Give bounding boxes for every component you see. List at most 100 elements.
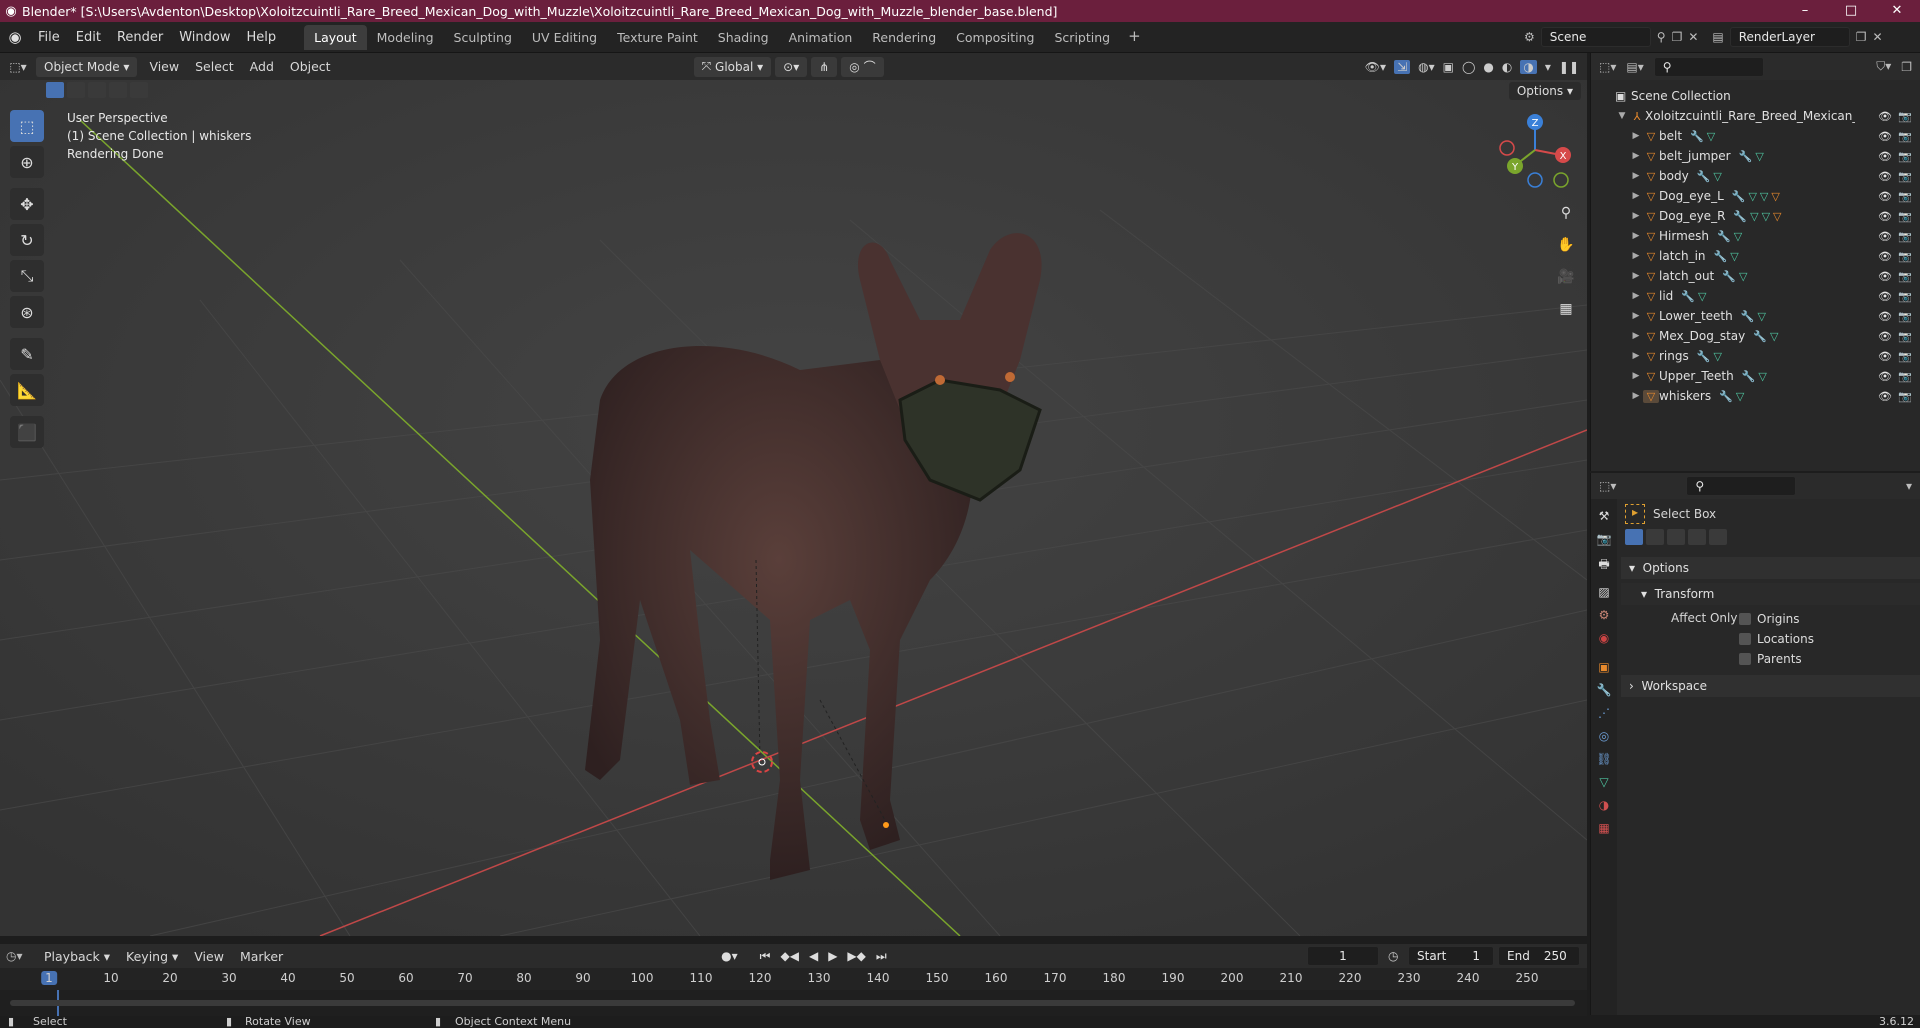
visibility-eye-icon[interactable]: 👁 (1878, 170, 1892, 183)
workspace-panel-header[interactable]: › Workspace (1621, 675, 1920, 697)
material-shading-icon[interactable]: ◐ (1502, 60, 1512, 74)
render-camera-icon[interactable]: 📷 (1898, 230, 1912, 243)
perspective-toggle-icon[interactable]: ▦ (1553, 296, 1579, 322)
maximize-button[interactable]: □ (1828, 0, 1874, 22)
render-camera-icon[interactable]: 📷 (1898, 170, 1912, 183)
expand-icon[interactable]: ▶ (1629, 211, 1643, 221)
outliner-search-input[interactable]: ⚲ (1653, 56, 1764, 77)
add-workspace-button[interactable]: + (1120, 25, 1149, 50)
tab-compositing[interactable]: Compositing (946, 25, 1044, 50)
filter-icon[interactable]: ⛉▾ (1876, 59, 1891, 74)
view-layer-tab-icon[interactable]: ▨ (1594, 585, 1614, 599)
tool-tab-icon[interactable]: ⚒ (1594, 509, 1614, 523)
tab-shading[interactable]: Shading (708, 25, 779, 50)
solid-shading-icon[interactable]: ● (1483, 60, 1493, 74)
select-extend-button[interactable] (67, 82, 85, 98)
tab-texture-paint[interactable]: Texture Paint (607, 25, 708, 50)
pivot-dropdown[interactable]: ⊙▾ (775, 56, 808, 77)
gizmo-toggle-icon[interactable]: ⇲ (1394, 59, 1411, 74)
tab-sculpting[interactable]: Sculpting (444, 25, 522, 50)
visibility-eye-icon[interactable]: 👁 (1878, 210, 1892, 223)
expand-icon[interactable]: ▶ (1629, 131, 1643, 141)
delete-scene-icon[interactable]: ✕ (1688, 30, 1698, 44)
expand-icon[interactable]: ▶ (1629, 191, 1643, 201)
outliner-item-hirmesh[interactable]: ▶ ▽ Hirmesh 🔧▽ 👁 📷 (1591, 226, 1920, 246)
select-subtract-button[interactable] (88, 82, 106, 98)
jump-keyframe-forward-icon[interactable]: ▶◆ (847, 949, 865, 964)
overlay-toggle-icon[interactable]: ◍▾ (1418, 60, 1435, 74)
frame-ruler[interactable]: 1 10 20 30 40 50 60 70 80 90 100 110 120… (0, 968, 1587, 990)
transform-panel-header[interactable]: ▾ Transform (1621, 583, 1920, 605)
outliner-item-latch-out[interactable]: ▶ ▽ latch_out 🔧▽ 👁 📷 (1591, 266, 1920, 286)
menu-help[interactable]: Help (239, 30, 285, 45)
expand-icon[interactable]: ▶ (1629, 251, 1643, 261)
start-frame-field[interactable]: Start 1 (1408, 946, 1494, 966)
visibility-eye-icon[interactable]: 👁 (1878, 190, 1892, 203)
proportional-edit-toggle[interactable]: ◎ ⌒ (841, 56, 884, 77)
origins-checkbox[interactable]: Origins (1739, 609, 1814, 629)
mode-subtract-button[interactable] (1667, 529, 1685, 545)
texture-tab-icon[interactable]: ▦ (1594, 821, 1614, 835)
play-icon[interactable]: ▶ (828, 949, 837, 964)
outliner-item-dog-eye-r[interactable]: ▶ ▽ Dog_eye_R 🔧▽▽▽ 👁 📷 (1591, 206, 1920, 226)
render-camera-icon[interactable]: 📷 (1898, 310, 1912, 323)
record-icon[interactable]: ●▾ (721, 949, 738, 964)
parents-checkbox[interactable]: Parents (1739, 649, 1814, 669)
menu-marker[interactable]: Marker (232, 949, 291, 964)
properties-options-icon[interactable]: ▾ (1906, 479, 1912, 493)
expand-icon[interactable]: ▶ (1629, 231, 1643, 241)
outliner-item-dog-eye-l[interactable]: ▶ ▽ Dog_eye_L 🔧▽▽▽ 👁 📷 (1591, 186, 1920, 206)
add-cube-tool[interactable]: ⬛ (10, 416, 44, 448)
minimize-button[interactable]: – (1782, 0, 1828, 22)
particles-tab-icon[interactable]: ⋰ (1594, 706, 1614, 720)
visibility-eye-icon[interactable]: 👁 (1878, 370, 1892, 383)
mode-invert-button[interactable] (1688, 529, 1706, 545)
visibility-eye-icon[interactable]: 👁 (1878, 310, 1892, 323)
menu-timeline-view[interactable]: View (186, 949, 232, 964)
expand-icon[interactable]: ▶ (1629, 351, 1643, 361)
material-tab-icon[interactable]: ◑ (1594, 798, 1614, 812)
transform-tool[interactable]: ⊛ (10, 296, 44, 328)
scene-icon[interactable]: ⚙ (1524, 30, 1535, 44)
play-reverse-icon[interactable]: ◀ (809, 949, 818, 964)
shading-options-icon[interactable]: ▾ (1545, 60, 1551, 74)
outliner-item-whiskers[interactable]: ▶ ▽ whiskers 🔧▽ 👁 📷 (1591, 386, 1920, 406)
timeline-scrollbar[interactable] (10, 1000, 1575, 1006)
menu-view[interactable]: View (141, 59, 187, 74)
delete-layer-icon[interactable]: ✕ (1873, 30, 1883, 44)
render-camera-icon[interactable]: 📷 (1898, 210, 1912, 223)
render-camera-icon[interactable]: 📷 (1898, 350, 1912, 363)
visibility-eye-icon[interactable]: 👁 (1878, 290, 1892, 303)
visibility-eye-icon[interactable]: 👁 (1878, 390, 1892, 403)
3d-viewport[interactable]: Options ▾ User Perspective (1) Scene Col… (0, 80, 1587, 936)
editor-type-icon[interactable]: ⬚▾ (0, 60, 36, 74)
select-new-button[interactable] (46, 82, 64, 98)
physics-tab-icon[interactable]: ◎ (1594, 729, 1614, 743)
tab-rendering[interactable]: Rendering (862, 25, 946, 50)
expand-icon[interactable]: ▼ (1615, 111, 1629, 121)
mode-intersect-button[interactable] (1709, 529, 1727, 545)
tab-modeling[interactable]: Modeling (367, 25, 444, 50)
blender-menu-icon[interactable]: ◉ (0, 28, 30, 46)
outliner-item-mex-dog-stay[interactable]: ▶ ▽ Mex_Dog_stay 🔧▽ 👁 📷 (1591, 326, 1920, 346)
render-camera-icon[interactable]: 📷 (1898, 250, 1912, 263)
mode-extend-button[interactable] (1646, 529, 1664, 545)
outliner-item-belt[interactable]: ▶ ▽ belt 🔧▽ 👁 📷 (1591, 126, 1920, 146)
visibility-eye-icon[interactable]: 👁 (1878, 330, 1892, 343)
outliner-scene-collection[interactable]: ▣ Scene Collection (1591, 86, 1920, 106)
visibility-eye-icon[interactable]: 👁 (1878, 270, 1892, 283)
visibility-eye-icon[interactable]: 👁 (1878, 350, 1892, 363)
display-mode-icon[interactable]: ▤▾ (1626, 60, 1643, 74)
visibility-eye-icon[interactable]: 👁 (1878, 230, 1892, 243)
expand-icon[interactable]: ▶ (1629, 391, 1643, 401)
tab-scripting[interactable]: Scripting (1045, 25, 1121, 50)
outliner-item-belt-jumper[interactable]: ▶ ▽ belt_jumper 🔧▽ 👁 📷 (1591, 146, 1920, 166)
locations-checkbox[interactable]: Locations (1739, 629, 1814, 649)
render-camera-icon[interactable]: 📷 (1898, 130, 1912, 143)
select-box-tool[interactable]: ⬚ (10, 110, 44, 142)
rendered-shading-icon[interactable]: ◑ (1520, 59, 1537, 74)
menu-object[interactable]: Object (282, 59, 339, 74)
mode-new-button[interactable] (1625, 529, 1643, 545)
expand-icon[interactable]: ▶ (1629, 291, 1643, 301)
new-collection-icon[interactable]: ❐ (1901, 60, 1912, 74)
